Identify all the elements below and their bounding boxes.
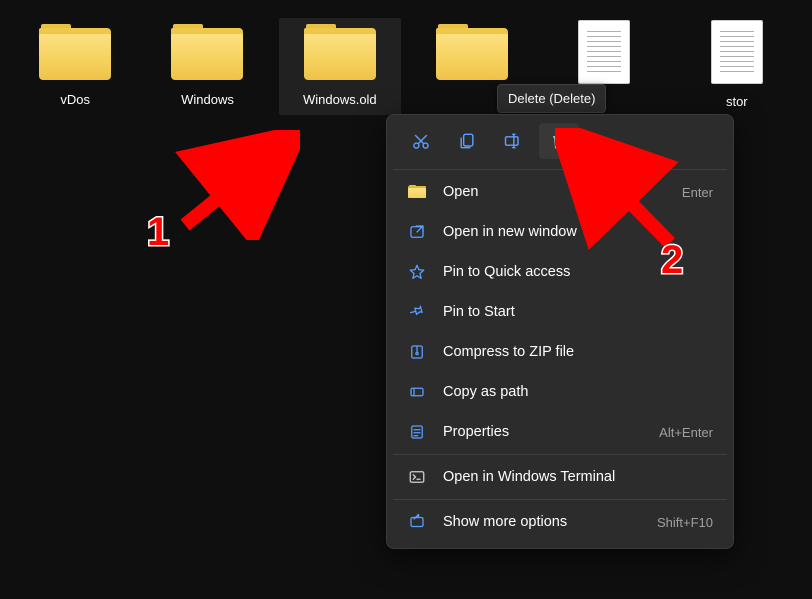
menu-item-label: Open in new window xyxy=(443,224,577,240)
cut-icon xyxy=(411,131,431,151)
menu-item-show-more-options[interactable]: Show more options Shift+F10 xyxy=(393,502,727,542)
icon-label: Windows.old xyxy=(303,92,377,107)
menu-shortcut: Shift+F10 xyxy=(657,515,713,530)
rename-button[interactable] xyxy=(493,123,533,159)
rename-icon xyxy=(503,131,523,151)
folder-icon xyxy=(408,185,426,199)
more-icon-wrap xyxy=(407,512,427,532)
desktop-item-5[interactable]: stor xyxy=(676,18,798,115)
new-window-icon xyxy=(408,223,426,241)
terminal-icon xyxy=(408,468,426,486)
folder-icon xyxy=(304,24,376,82)
icon-label: vDos xyxy=(60,92,90,107)
folder-icon xyxy=(171,24,243,82)
properties-icon-wrap xyxy=(407,422,427,442)
menu-item-pin-to-start[interactable]: Pin to Start xyxy=(393,292,727,332)
copy-button[interactable] xyxy=(447,123,487,159)
menu-item-label: Pin to Quick access xyxy=(443,264,570,280)
menu-item-copy-as-path[interactable]: Copy as path xyxy=(393,372,727,412)
menu-divider xyxy=(393,499,727,500)
copy-icon xyxy=(457,131,477,151)
properties-icon xyxy=(408,423,426,441)
menu-section-0: Open Enter Open in new window Pin to Quick … xyxy=(393,172,727,452)
zip-icon-wrap xyxy=(407,342,427,362)
menu-item-label: Pin to Start xyxy=(443,304,515,320)
zip-icon xyxy=(408,343,426,361)
menu-item-label: Properties xyxy=(443,424,509,440)
menu-shortcut: Alt+Enter xyxy=(659,425,713,440)
menu-divider xyxy=(393,169,727,170)
desktop-item-1[interactable]: Windows xyxy=(146,18,268,115)
desktop-item-0[interactable]: vDos xyxy=(14,18,136,115)
file-icon xyxy=(711,20,763,84)
delete-icon xyxy=(549,131,569,151)
icon-label: Windows xyxy=(181,92,234,107)
pin-icon xyxy=(408,303,426,321)
annotation-2: 2 xyxy=(661,238,683,283)
quick-actions-row xyxy=(393,121,727,167)
folder-icon xyxy=(39,24,111,82)
terminal-icon-wrap xyxy=(407,467,427,487)
cut-button[interactable] xyxy=(401,123,441,159)
folder-icon xyxy=(436,24,508,82)
menu-item-label: Open in Windows Terminal xyxy=(443,469,615,485)
menu-item-label: Open xyxy=(443,184,478,200)
file-icon xyxy=(578,20,630,84)
new-window-icon-wrap xyxy=(407,222,427,242)
pin-icon-wrap xyxy=(407,302,427,322)
arrow-1 xyxy=(170,130,300,240)
menu-item-properties[interactable]: Properties Alt+Enter xyxy=(393,412,727,452)
more-icon xyxy=(408,513,426,531)
annotation-1: 1 xyxy=(147,210,169,255)
menu-item-label: Copy as path xyxy=(443,384,528,400)
menu-item-open[interactable]: Open Enter xyxy=(393,172,727,212)
menu-item-label: Compress to ZIP file xyxy=(443,344,574,360)
desktop-item-2[interactable]: Windows.old xyxy=(279,18,401,115)
menu-section-1: Open in Windows Terminal xyxy=(393,457,727,497)
delete-tooltip: Delete (Delete) xyxy=(497,84,606,113)
copy-path-icon xyxy=(408,383,426,401)
copy-path-icon-wrap xyxy=(407,382,427,402)
delete-button[interactable] xyxy=(539,123,579,159)
menu-item-label: Show more options xyxy=(443,514,567,530)
menu-item-compress-to-zip-file[interactable]: Compress to ZIP file xyxy=(393,332,727,372)
menu-item-open-in-windows-terminal[interactable]: Open in Windows Terminal xyxy=(393,457,727,497)
star-icon-wrap xyxy=(407,262,427,282)
menu-section-2: Show more options Shift+F10 xyxy=(393,502,727,542)
menu-shortcut: Enter xyxy=(682,185,713,200)
star-icon xyxy=(408,263,426,281)
folder-icon-wrap xyxy=(407,182,427,202)
menu-divider xyxy=(393,454,727,455)
context-menu: Open Enter Open in new window Pin to Quick … xyxy=(386,114,734,549)
icon-label: stor xyxy=(726,94,748,109)
